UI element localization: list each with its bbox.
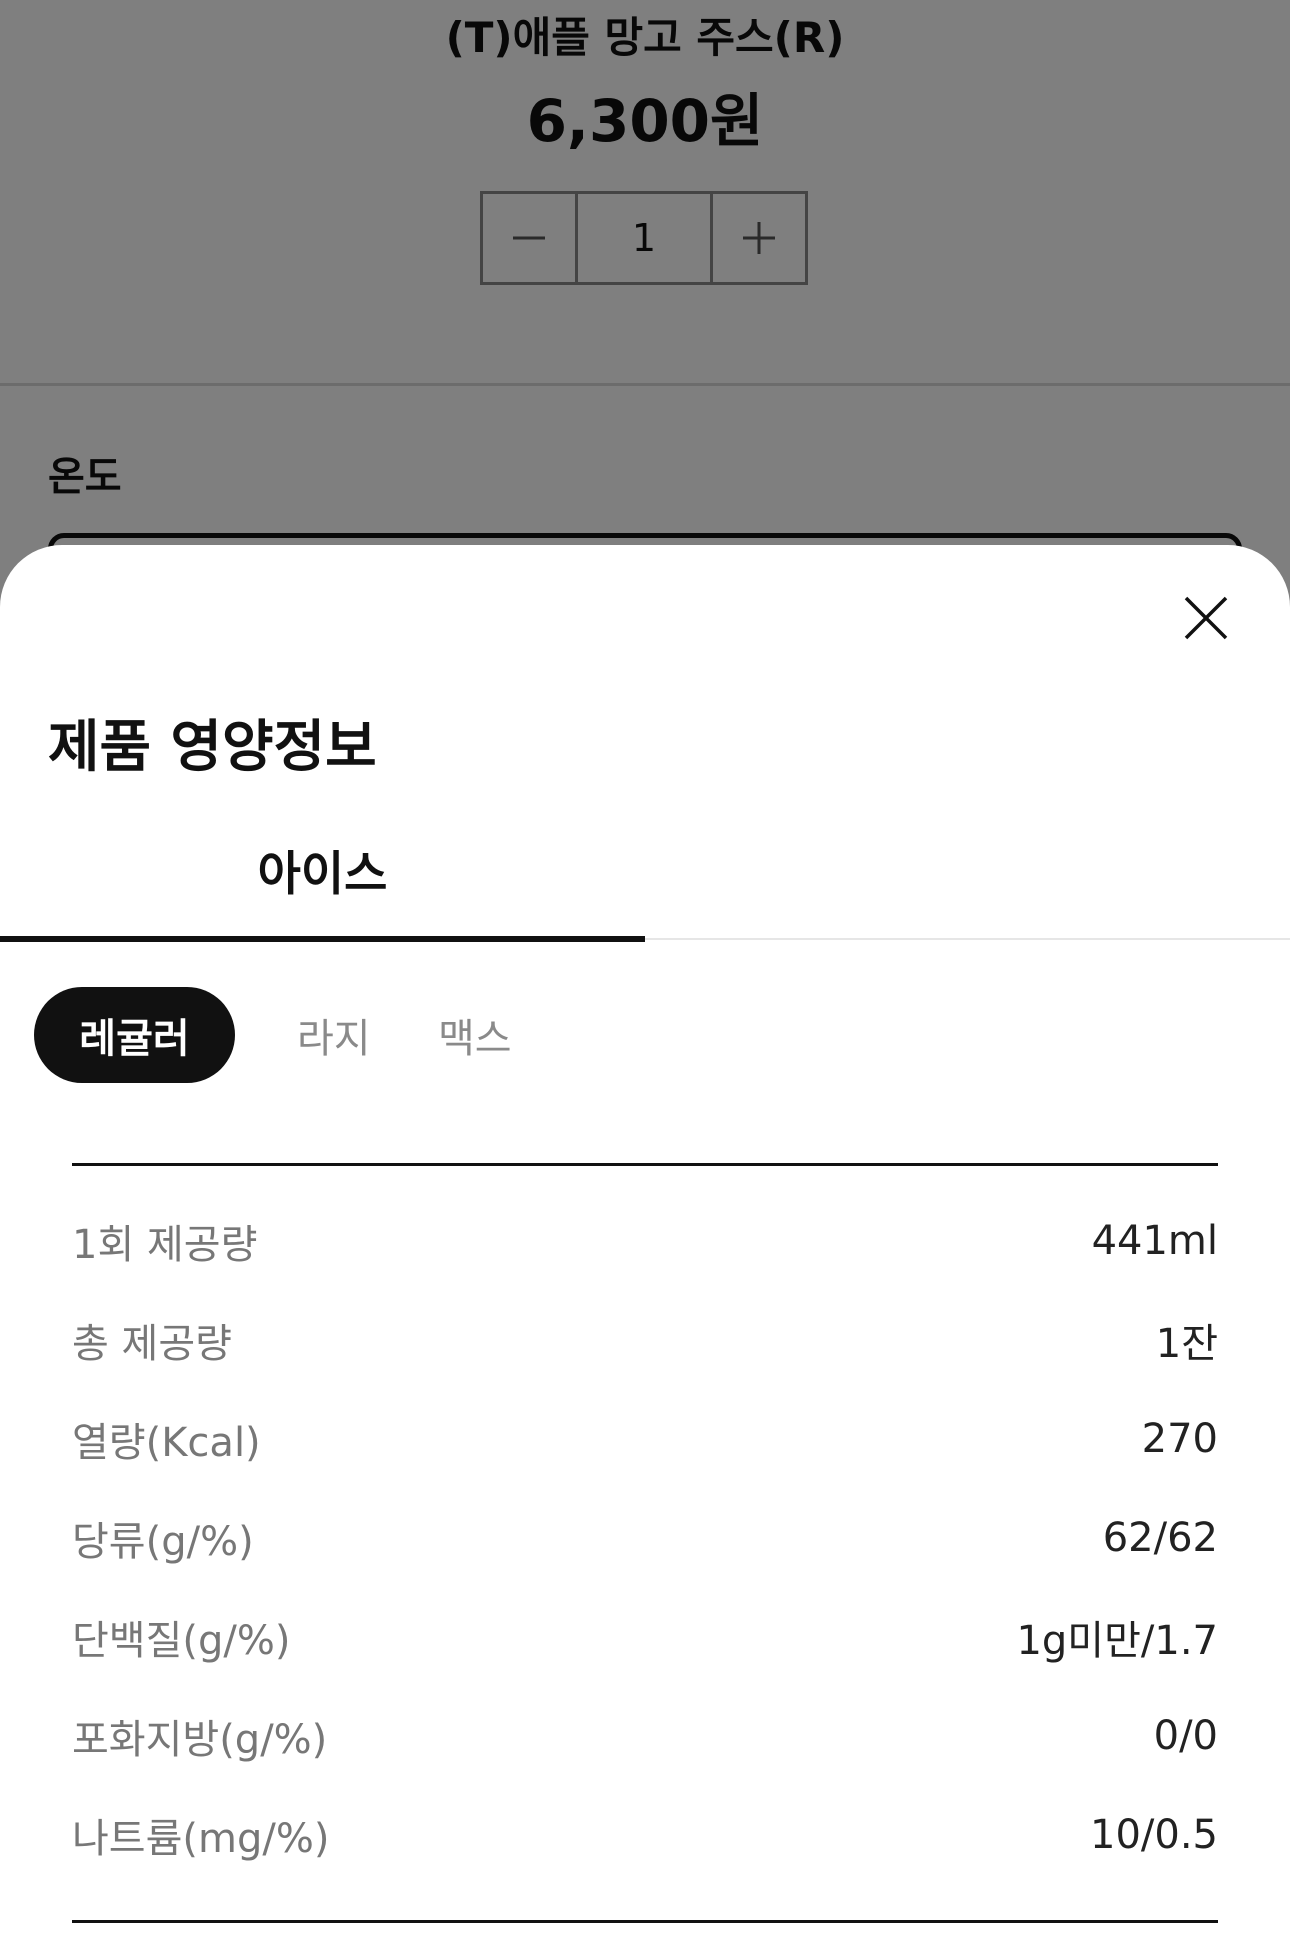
nutrition-table-bottom-rule — [72, 1920, 1218, 1923]
close-icon — [1184, 596, 1228, 640]
nutrition-row: 포화지방(g/%) 0/0 — [72, 1706, 1218, 1766]
nutrition-value: 270 — [1141, 1416, 1218, 1462]
nutrition-label: 당류(g/%) — [72, 1519, 254, 1565]
sheet-title: 제품 영양정보 — [48, 715, 377, 780]
nutrition-value: 1잔 — [1155, 1321, 1218, 1367]
nutrition-row: 단백질(g/%) 1g미만/1.7 — [72, 1607, 1218, 1667]
nutrition-label: 열량(Kcal) — [72, 1420, 261, 1466]
nutrition-table-top-rule — [72, 1163, 1218, 1166]
nutrition-value: 0/0 — [1153, 1713, 1218, 1759]
close-button[interactable] — [1176, 588, 1236, 648]
nutrition-value: 441ml — [1091, 1218, 1218, 1264]
nutrition-value: 62/62 — [1102, 1515, 1218, 1561]
size-option-regular[interactable]: 레귤러 — [34, 987, 235, 1083]
nutrition-value: 1g미만/1.7 — [1016, 1618, 1218, 1664]
nutrition-row: 열량(Kcal) 270 — [72, 1409, 1218, 1469]
nutrition-label: 나트륨(mg/%) — [72, 1816, 330, 1862]
nutrition-label: 단백질(g/%) — [72, 1618, 291, 1664]
size-option-max[interactable]: 맥스 — [438, 987, 512, 1083]
tab-ice[interactable]: 아이스 — [0, 835, 645, 945]
tab-divider — [645, 938, 1290, 940]
nutrition-label: 총 제공량 — [72, 1321, 232, 1367]
size-option-large[interactable]: 라지 — [297, 987, 371, 1083]
nutrition-value: 10/0.5 — [1090, 1812, 1218, 1858]
nutrition-label: 포화지방(g/%) — [72, 1717, 328, 1763]
nutrition-label: 1회 제공량 — [72, 1222, 258, 1268]
nutrition-row: 나트륨(mg/%) 10/0.5 — [72, 1805, 1218, 1865]
nutrition-row: 총 제공량 1잔 — [72, 1310, 1218, 1370]
tab-active-indicator — [0, 936, 645, 942]
nutrition-row: 1회 제공량 441ml — [72, 1211, 1218, 1271]
nutrition-row: 당류(g/%) 62/62 — [72, 1508, 1218, 1568]
